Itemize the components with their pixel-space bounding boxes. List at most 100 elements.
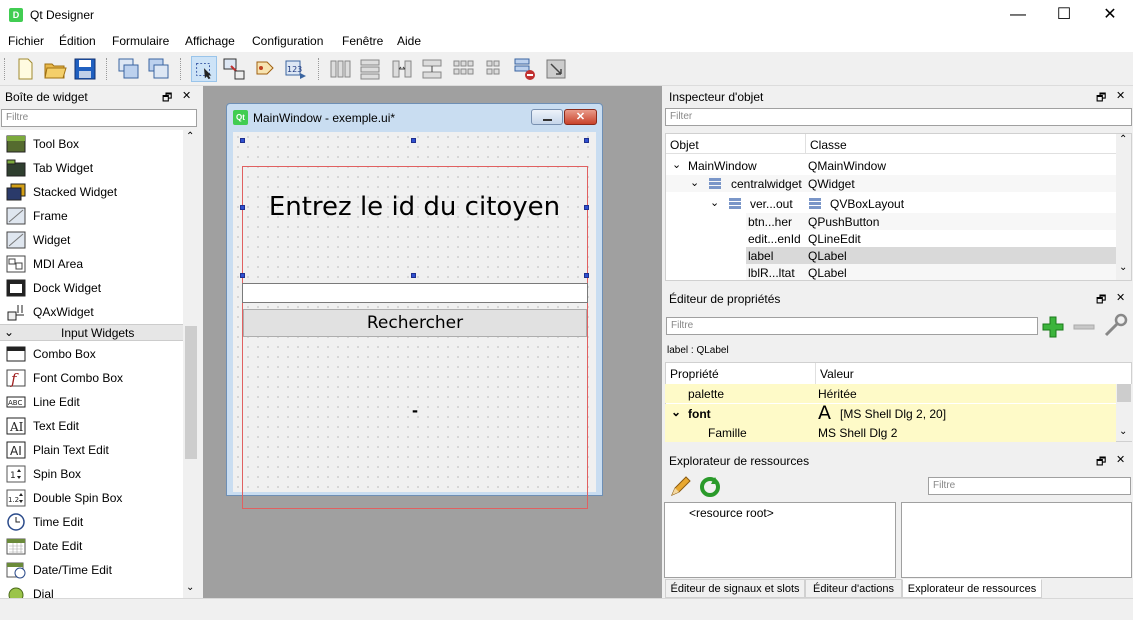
widget-item-widget[interactable]: Widget xyxy=(0,228,183,252)
scroll-down-icon[interactable]: ⌄ xyxy=(1119,262,1127,273)
new-file-icon[interactable] xyxy=(12,56,38,82)
widget-box-filter[interactable]: Filtre xyxy=(1,109,197,127)
open-folder-icon[interactable] xyxy=(42,56,68,82)
widget-item-datetime-edit[interactable]: Date/Time Edit xyxy=(0,558,183,582)
property-filter[interactable]: Filtre xyxy=(666,317,1038,335)
menu-affichage[interactable]: Affichage xyxy=(185,34,235,48)
form-label[interactable]: Entrez le id du citoyen xyxy=(243,192,586,222)
rechercher-button[interactable]: Rechercher xyxy=(243,309,587,337)
chevron-down-icon[interactable]: ⌄ xyxy=(690,176,699,189)
category-input-widgets[interactable]: ⌄ Input Widgets xyxy=(0,324,183,341)
scroll-down-icon[interactable]: ⌄ xyxy=(186,582,194,593)
float-dock-icon[interactable]: 🗗 xyxy=(1096,291,1106,310)
tree-row-btn-rechercher[interactable]: btn...her QPushButton xyxy=(746,213,1116,230)
resource-root-item[interactable]: <resource root> xyxy=(689,506,774,520)
menu-fichier[interactable]: Fichier xyxy=(8,34,44,48)
widget-item-tab-widget[interactable]: Tab Widget xyxy=(0,156,183,180)
scroll-up-icon[interactable]: ⌃ xyxy=(1119,134,1127,145)
close-dock-icon[interactable]: ✕ xyxy=(182,89,191,102)
selection-handle[interactable] xyxy=(584,138,589,143)
close-dock-icon[interactable]: ✕ xyxy=(1116,291,1125,304)
widget-item-time-edit[interactable]: Time Edit xyxy=(0,510,183,534)
tab-action-editor[interactable]: Éditeur d'actions xyxy=(805,579,902,598)
scrollbar-thumb[interactable] xyxy=(185,326,197,459)
column-header-object[interactable]: Objet xyxy=(670,138,699,152)
save-icon[interactable] xyxy=(72,56,98,82)
tile-windows-icon[interactable] xyxy=(146,56,172,82)
layout-grid-icon[interactable] xyxy=(450,56,476,82)
object-inspector-filter[interactable]: Filter xyxy=(665,108,1132,126)
widget-item-line-edit[interactable]: ABC Line Edit xyxy=(0,390,183,414)
edit-buddies-icon[interactable] xyxy=(252,56,278,82)
widget-item-qaxwidget[interactable]: QAxWidget xyxy=(0,300,183,324)
widget-item-combo-box[interactable]: Combo Box xyxy=(0,342,183,366)
widget-item-frame[interactable]: Frame xyxy=(0,204,183,228)
maximize-button[interactable]: ☐ xyxy=(1041,0,1087,30)
resource-filter[interactable]: Filtre xyxy=(928,477,1131,495)
widget-box-scrollbar[interactable]: ⌃ ⌄ xyxy=(183,130,199,600)
chevron-down-icon[interactable]: ⌄ xyxy=(672,158,681,171)
property-row-font[interactable]: ⌄ font A [MS Shell Dlg 2, 20] xyxy=(665,402,1116,424)
edit-signals-slots-icon[interactable] xyxy=(221,56,247,82)
widget-item-double-spin-box[interactable]: 1.2 Double Spin Box xyxy=(0,486,183,510)
scroll-down-icon[interactable]: ⌄ xyxy=(1119,426,1127,437)
layout-vertical-splitter-icon[interactable] xyxy=(419,56,445,82)
layout-horizontal-icon[interactable] xyxy=(327,56,353,82)
tree-row-lbl-resultat[interactable]: lblR...ltat QLabel xyxy=(746,264,1116,280)
close-dock-icon[interactable]: ✕ xyxy=(1116,453,1125,466)
widget-item-dock-widget[interactable]: Dock Widget xyxy=(0,276,183,300)
selection-handle[interactable] xyxy=(240,138,245,143)
menu-configuration[interactable]: Configuration xyxy=(252,34,323,48)
property-value[interactable]: MS Shell Dlg 2 xyxy=(818,426,897,440)
tree-row-centralwidget[interactable]: ⌄ centralwidget QWidget xyxy=(666,175,1116,192)
close-button[interactable]: ✕ xyxy=(1087,0,1133,30)
float-dock-icon[interactable]: 🗗 xyxy=(1096,453,1106,472)
tab-resource-explorer[interactable]: Explorateur de ressources xyxy=(902,579,1042,598)
tree-row-edit-citizen-id[interactable]: edit...enId QLineEdit xyxy=(746,230,1116,247)
widget-item-stacked-widget[interactable]: Stacked Widget xyxy=(0,180,183,204)
menu-formulaire[interactable]: Formulaire xyxy=(112,34,169,48)
widget-item-plain-text-edit[interactable]: AI Plain Text Edit xyxy=(0,438,183,462)
edit-widgets-icon[interactable] xyxy=(191,56,217,82)
column-header-class[interactable]: Classe xyxy=(810,138,847,152)
column-header-property[interactable]: Propriété xyxy=(670,367,719,381)
chevron-down-icon[interactable]: ⌄ xyxy=(671,405,681,419)
widget-item-font-combo-box[interactable]: f Font Combo Box xyxy=(0,366,183,390)
result-label[interactable]: - xyxy=(243,400,587,421)
float-dock-icon[interactable]: 🗗 xyxy=(1096,89,1106,108)
object-tree-scrollbar[interactable]: ⌃ ⌄ xyxy=(1116,134,1131,280)
minimize-button[interactable]: — xyxy=(995,0,1041,30)
selection-handle[interactable] xyxy=(411,273,416,278)
cascade-windows-icon[interactable] xyxy=(116,56,142,82)
property-row-palette[interactable]: palette Héritée xyxy=(665,384,1116,403)
widget-item-spin-box[interactable]: 1 Spin Box xyxy=(0,462,183,486)
float-dock-icon[interactable]: 🗗 xyxy=(162,89,172,108)
tree-row-verticallayout[interactable]: ⌄ ver...out QVBoxLayout xyxy=(666,195,1116,212)
selection-handle[interactable] xyxy=(411,138,416,143)
chevron-down-icon[interactable]: ⌄ xyxy=(710,196,719,209)
form-minimize-button[interactable] xyxy=(531,109,563,125)
tree-row-label-selected[interactable]: label QLabel xyxy=(746,247,1116,264)
menu-edition[interactable]: Édition xyxy=(59,34,96,48)
configure-wrench-icon[interactable] xyxy=(1102,313,1130,341)
widget-item-text-edit[interactable]: AI Text Edit xyxy=(0,414,183,438)
add-property-icon[interactable] xyxy=(1041,315,1067,339)
form-close-button[interactable]: ✕ xyxy=(564,109,597,125)
menu-fenetre[interactable]: Fenêtre xyxy=(342,34,383,48)
property-row-famille[interactable]: Famille MS Shell Dlg 2 xyxy=(665,423,1116,442)
adjust-size-icon[interactable] xyxy=(543,56,569,82)
remove-property-icon[interactable] xyxy=(1072,315,1096,339)
layout-vertical-icon[interactable] xyxy=(357,56,383,82)
selection-handle[interactable] xyxy=(584,273,589,278)
widget-item-date-edit[interactable]: Date Edit xyxy=(0,534,183,558)
property-value[interactable]: [MS Shell Dlg 2, 20] xyxy=(840,407,946,421)
property-scrollbar[interactable]: ⌄ xyxy=(1116,384,1132,441)
citizen-id-line-edit[interactable] xyxy=(242,283,588,303)
close-dock-icon[interactable]: ✕ xyxy=(1116,89,1125,102)
layout-horizontal-splitter-icon[interactable] xyxy=(389,56,415,82)
column-header-value[interactable]: Valeur xyxy=(820,367,854,381)
scroll-up-icon[interactable]: ⌃ xyxy=(186,131,194,142)
edit-tab-order-icon[interactable]: 123 xyxy=(283,56,309,82)
scrollbar-thumb[interactable] xyxy=(1117,384,1131,402)
form-window[interactable]: Qt MainWindow - exemple.ui* ✕ Entrez le … xyxy=(226,103,603,509)
